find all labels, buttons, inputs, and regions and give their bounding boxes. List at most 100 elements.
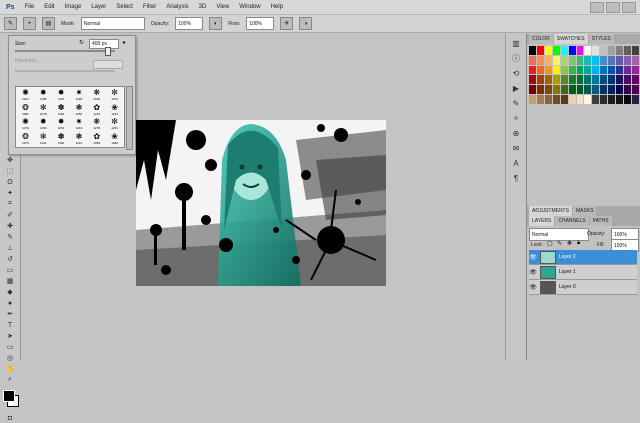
color-swatch[interactable] <box>576 85 584 95</box>
airbrush-icon[interactable]: ✈ <box>280 17 294 30</box>
color-swatch[interactable] <box>544 75 552 85</box>
color-swatch[interactable] <box>576 65 584 75</box>
layer-row[interactable]: 👁︎ Layer 1 <box>529 265 637 280</box>
clone-source-icon[interactable]: ⊕ <box>510 128 522 139</box>
visibility-eye-icon[interactable]: 👁︎ <box>529 269 537 276</box>
color-swatch[interactable] <box>592 46 600 55</box>
color-swatch[interactable] <box>544 95 552 104</box>
brushes-panel-icon[interactable]: ✧ <box>510 113 522 124</box>
stamp-tool-icon[interactable]: ⊥ <box>2 243 18 253</box>
tab-layers[interactable]: LAYERS <box>529 216 555 226</box>
color-swatch[interactable] <box>576 46 584 55</box>
3d-rotate-tool-icon[interactable]: ◎ <box>2 353 18 363</box>
color-swatch[interactable] <box>632 65 639 75</box>
color-swatch[interactable] <box>584 95 592 104</box>
color-swatch[interactable] <box>529 65 536 75</box>
color-swatch[interactable] <box>616 46 624 55</box>
brush-preset[interactable]: ✷ 1219 <box>71 118 88 132</box>
size-slider-handle[interactable] <box>105 47 111 56</box>
menu-file[interactable]: File <box>25 4 35 10</box>
brush-preset[interactable]: ✹ 1153 <box>35 118 52 132</box>
lock-transparent-icon[interactable]: ▢ <box>547 240 553 247</box>
brush-preset[interactable]: ❃ 1131 <box>71 132 88 146</box>
color-swatch[interactable] <box>544 55 552 65</box>
color-swatch[interactable] <box>624 55 632 65</box>
size-field[interactable]: 400 px <box>89 39 119 49</box>
color-swatch[interactable] <box>584 75 592 85</box>
color-swatch[interactable] <box>608 55 616 65</box>
color-swatch[interactable] <box>592 75 600 85</box>
notes-panel-icon[interactable]: ✉ <box>510 143 522 154</box>
quick-mask-icon[interactable]: ◘ <box>2 413 18 423</box>
color-swatch[interactable] <box>616 85 624 95</box>
color-swatch[interactable] <box>536 65 544 75</box>
brush-preset[interactable]: ❃ 1156 <box>71 103 88 117</box>
tab-masks[interactable]: MASKS <box>572 206 597 216</box>
menu-view[interactable]: View <box>216 4 229 10</box>
menu-select[interactable]: Select <box>116 4 133 10</box>
minimize-button[interactable] <box>590 2 604 13</box>
color-swatch[interactable] <box>600 65 608 75</box>
color-swatch[interactable] <box>608 46 616 55</box>
color-swatch[interactable] <box>584 55 592 65</box>
menu-window[interactable]: Window <box>239 4 260 10</box>
history-brush-icon[interactable]: ↺ <box>2 254 18 264</box>
color-swatch[interactable] <box>600 55 608 65</box>
brush-preset[interactable]: ✻ 1141 <box>35 132 52 146</box>
color-swatch[interactable] <box>552 85 560 95</box>
brush-preset[interactable]: ✹ 1185 <box>35 88 52 102</box>
pressure-opacity-icon[interactable]: ◐ <box>209 17 223 30</box>
crop-tool-icon[interactable]: ⌗ <box>2 199 18 209</box>
color-swatch[interactable] <box>576 55 584 65</box>
color-swatch[interactable] <box>560 46 568 55</box>
brush-panel-toggle-icon[interactable]: ▤ <box>42 17 55 30</box>
color-swatch[interactable] <box>568 55 576 65</box>
brush-preset[interactable]: ✻ 1078 <box>35 103 52 117</box>
color-swatch[interactable] <box>552 95 560 104</box>
color-swatch[interactable] <box>560 95 568 104</box>
quick-select-tool-icon[interactable]: ✦ <box>2 188 18 198</box>
color-swatch[interactable] <box>544 46 552 55</box>
dodge-tool-icon[interactable]: ● <box>2 298 18 308</box>
color-swatch[interactable] <box>568 95 576 104</box>
color-swatch[interactable] <box>600 95 608 104</box>
brush-preset[interactable]: ✷ 1148 <box>71 88 88 102</box>
color-swatch[interactable] <box>616 55 624 65</box>
brush-preset[interactable]: ❂ 1081 <box>17 103 34 117</box>
color-swatch[interactable] <box>552 46 560 55</box>
gradient-tool-icon[interactable]: ▦ <box>2 276 18 286</box>
brush-preset[interactable]: ✿ 1231 <box>88 103 105 117</box>
color-swatch[interactable] <box>584 46 592 55</box>
color-swatch[interactable] <box>632 55 639 65</box>
brush-preset[interactable]: ❂ 1276 <box>17 132 34 146</box>
histogram-panel-icon[interactable]: ▥ <box>510 38 522 49</box>
tool-presets-icon[interactable]: ✎ <box>510 98 522 109</box>
brush-preset[interactable]: ✸ 1107 <box>53 88 70 102</box>
color-swatch[interactable] <box>592 65 600 75</box>
pressure-size-icon[interactable]: ◑ <box>299 17 313 30</box>
menu-layer[interactable]: Layer <box>91 4 106 10</box>
color-swatch[interactable] <box>536 55 544 65</box>
info-panel-icon[interactable]: ⓘ <box>510 53 522 64</box>
tab-adjustments[interactable]: ADJUSTMENTS <box>529 206 572 216</box>
color-swatch[interactable] <box>576 75 584 85</box>
visibility-eye-icon[interactable]: 👁︎ <box>529 254 537 261</box>
color-swatch[interactable] <box>624 85 632 95</box>
hardness-slider[interactable] <box>15 70 115 72</box>
color-swatch[interactable] <box>529 95 536 104</box>
brush-preset-picker[interactable]: • <box>23 17 36 30</box>
mode-select[interactable]: Normal <box>80 17 145 30</box>
brush-preset[interactable]: ✺ 1079 <box>17 118 34 132</box>
hand-tool-icon[interactable]: ✋ <box>2 364 18 374</box>
eraser-tool-icon[interactable]: ▭ <box>2 265 18 275</box>
brush-preset[interactable]: ✽ 1182 <box>53 103 70 117</box>
eyedropper-tool-icon[interactable]: ✐ <box>2 210 18 220</box>
color-swatch[interactable] <box>568 65 576 75</box>
brush-tool-icon[interactable]: ✎ <box>4 17 17 30</box>
color-swatch[interactable] <box>584 65 592 75</box>
tab-styles[interactable]: STYLES <box>588 34 614 44</box>
brush-preset[interactable]: ✸ 1263 <box>53 118 70 132</box>
blur-tool-icon[interactable]: ◆ <box>2 287 18 297</box>
color-swatch[interactable] <box>600 75 608 85</box>
brush-preset[interactable]: ✼ 1251 <box>106 118 123 132</box>
